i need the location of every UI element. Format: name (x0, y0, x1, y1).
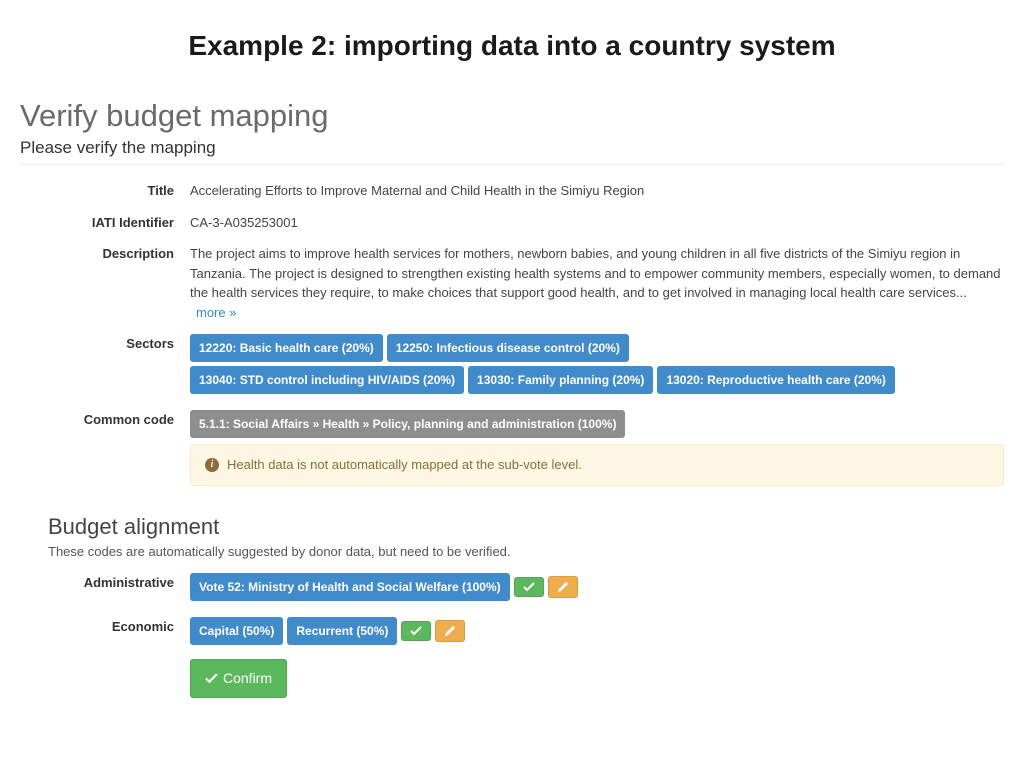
edit-button[interactable] (548, 576, 578, 598)
field-administrative: Administrative Vote 52: Ministry of Heal… (20, 573, 1004, 605)
warning-alert: i Health data is not automatically mappe… (190, 444, 1004, 486)
field-iati-value: CA-3-A035253001 (190, 213, 1004, 233)
sector-badge[interactable]: 13040: STD control including HIV/AIDS (2… (190, 366, 464, 394)
field-title: Title Accelerating Efforts to Improve Ma… (20, 181, 1004, 201)
page-subheading: Please verify the mapping (20, 138, 1004, 165)
field-iati: IATI Identifier CA-3-A035253001 (20, 213, 1004, 233)
sector-badge[interactable]: 13020: Reproductive health care (20%) (657, 366, 894, 394)
confirm-button-label: Confirm (223, 668, 272, 689)
common-code-badge[interactable]: 5.1.1: Social Affairs » Health » Policy,… (190, 410, 625, 438)
economic-badge[interactable]: Capital (50%) (190, 617, 283, 645)
field-common-code: Common code 5.1.1: Social Affairs » Heal… (20, 410, 1004, 486)
budget-subheading: These codes are automatically suggested … (48, 544, 1004, 559)
slide-title: Example 2: importing data into a country… (20, 30, 1004, 62)
pencil-icon (557, 581, 569, 593)
approve-button[interactable] (514, 577, 544, 597)
approve-button[interactable] (401, 621, 431, 641)
pencil-icon (444, 625, 456, 637)
check-icon (410, 626, 422, 636)
admin-badge[interactable]: Vote 52: Ministry of Health and Social W… (190, 573, 510, 601)
budget-heading: Budget alignment (48, 514, 1004, 540)
field-description: Description The project aims to improve … (20, 244, 1004, 322)
description-text: The project aims to improve health servi… (190, 246, 1001, 300)
economic-badge[interactable]: Recurrent (50%) (287, 617, 397, 645)
field-title-label: Title (20, 181, 190, 201)
info-icon: i (205, 458, 219, 472)
sector-badge[interactable]: 12220: Basic health care (20%) (190, 334, 383, 362)
field-economic: Economic Capital (50%) Recurrent (50%) C… (20, 617, 1004, 702)
field-administrative-label: Administrative (20, 573, 190, 605)
field-economic-label: Economic (20, 617, 190, 702)
field-sectors: Sectors 12220: Basic health care (20%) 1… (20, 334, 1004, 398)
warning-text: Health data is not automatically mapped … (227, 455, 582, 475)
sector-badge[interactable]: 13030: Family planning (20%) (468, 366, 653, 394)
field-description-label: Description (20, 244, 190, 322)
check-icon (205, 673, 218, 684)
edit-button[interactable] (435, 620, 465, 642)
check-icon (523, 582, 535, 592)
more-link[interactable]: more » (196, 305, 236, 320)
field-title-value: Accelerating Efforts to Improve Maternal… (190, 181, 1004, 201)
sector-badge[interactable]: 12250: Infectious disease control (20%) (387, 334, 629, 362)
field-iati-label: IATI Identifier (20, 213, 190, 233)
confirm-button[interactable]: Confirm (190, 659, 287, 698)
page-heading: Verify budget mapping (20, 98, 1004, 134)
field-description-value: The project aims to improve health servi… (190, 244, 1004, 322)
field-sectors-label: Sectors (20, 334, 190, 398)
field-common-code-label: Common code (20, 410, 190, 486)
